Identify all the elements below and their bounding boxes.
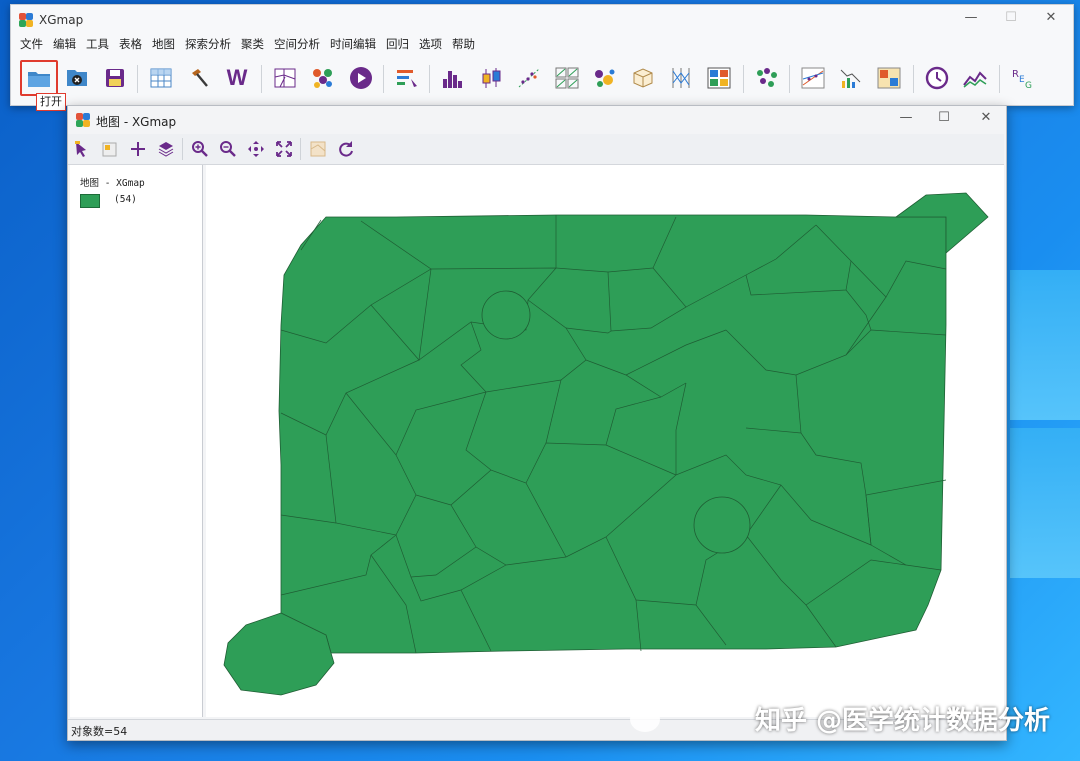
bubble-chart-icon[interactable]	[589, 62, 621, 94]
main-window: XGmap — ☐ ✕ 文件 编辑 工具 表格 地图 探索分析 聚类 空间分析 …	[10, 4, 1074, 106]
menu-explore[interactable]: 探索分析	[180, 35, 236, 53]
map-window-title: 地图 - XGmap	[96, 115, 177, 129]
legend-swatch[interactable]	[80, 194, 100, 208]
map-close-button[interactable]: ✕	[976, 110, 996, 125]
cluster-map-icon[interactable]	[751, 62, 783, 94]
close-file-icon[interactable]	[61, 62, 93, 94]
sort-bars-icon[interactable]	[391, 62, 423, 94]
map-window-logo-icon	[76, 113, 92, 127]
conditional-map-icon[interactable]	[703, 62, 735, 94]
menu-options[interactable]: 选项	[414, 35, 447, 53]
refresh-icon[interactable]	[334, 137, 358, 161]
open-folder-icon[interactable]	[23, 62, 55, 94]
histogram-icon[interactable]	[437, 62, 469, 94]
full-extent-icon[interactable]	[272, 137, 296, 161]
watermark-text: 知乎 @医学统计数据分析	[754, 706, 1050, 736]
map-toolbar	[68, 134, 1004, 165]
map-region-circle-north	[481, 290, 531, 340]
status-object-count: 对象数=54	[71, 725, 128, 738]
time-clock-icon[interactable]	[921, 62, 953, 94]
close-button[interactable]: ✕	[1041, 10, 1061, 25]
menu-time[interactable]: 时间编辑	[325, 35, 381, 53]
maximize-button[interactable]: ☐	[1001, 10, 1021, 25]
app-title: XGmap	[39, 13, 84, 27]
map-maximize-button[interactable]: ☐	[934, 110, 954, 125]
legend-count: (54)	[114, 194, 137, 205]
scatter-compare-icon[interactable]	[797, 62, 829, 94]
disabled-map-icon[interactable]	[306, 137, 330, 161]
averages-chart-icon[interactable]	[873, 62, 905, 94]
hammer-tool-icon[interactable]	[183, 62, 215, 94]
menu-tools[interactable]: 工具	[81, 35, 114, 53]
select-layer-icon[interactable]	[98, 137, 122, 161]
table-icon[interactable]	[145, 62, 177, 94]
regression-icon[interactable]: REG	[1007, 62, 1039, 94]
legend-title: 地图 - XGmap	[80, 178, 145, 189]
pan-icon[interactable]	[244, 137, 268, 161]
map-region-circle-south	[693, 496, 751, 554]
menu-file[interactable]: 文件	[15, 35, 48, 53]
weights-w-icon[interactable]: W	[221, 62, 253, 94]
correlogram-icon[interactable]	[835, 62, 867, 94]
svg-text:G: G	[1025, 81, 1032, 90]
zoom-in-icon[interactable]	[188, 137, 212, 161]
select-arrow-icon[interactable]	[70, 137, 94, 161]
map-svg[interactable]	[206, 165, 1004, 717]
legend-panel: 地图 - XGmap (54)	[70, 165, 203, 717]
play-icon[interactable]	[345, 62, 377, 94]
cluster-dots-icon[interactable]	[307, 62, 339, 94]
map-window: 地图 - XGmap — ☐ ✕ 地图 - XGmap (54) 对象数=54	[67, 105, 1007, 741]
layers-icon[interactable]	[154, 137, 178, 161]
boxplot-icon[interactable]	[475, 62, 507, 94]
zoom-out-icon[interactable]	[216, 137, 240, 161]
map-grid-icon[interactable]	[269, 62, 301, 94]
svg-text:R: R	[1012, 69, 1019, 80]
map-canvas[interactable]	[206, 165, 1004, 717]
parallel-coords-icon[interactable]	[665, 62, 697, 94]
map-minimize-button[interactable]: —	[896, 110, 916, 125]
open-tooltip: 打开	[36, 93, 66, 111]
menu-edit[interactable]: 编辑	[48, 35, 81, 53]
app-logo-icon	[19, 13, 35, 27]
menu-cluster[interactable]: 聚类	[236, 35, 269, 53]
3d-scatter-icon[interactable]	[627, 62, 659, 94]
add-icon[interactable]	[126, 137, 150, 161]
menu-map[interactable]: 地图	[147, 35, 180, 53]
minimize-button[interactable]: —	[961, 10, 981, 25]
scatter-matrix-icon[interactable]	[551, 62, 583, 94]
wechat-watermark-icon	[630, 706, 660, 732]
main-toolbar: W R E G	[15, 59, 1065, 99]
menu-regression[interactable]: 回归	[381, 35, 414, 53]
menu-bar: 文件 编辑 工具 表格 地图 探索分析 聚类 空间分析 时间编辑 回归 选项 帮…	[15, 35, 480, 53]
menu-spatial[interactable]: 空间分析	[269, 35, 325, 53]
menu-table[interactable]: 表格	[114, 35, 147, 53]
save-icon[interactable]	[99, 62, 131, 94]
menu-help[interactable]: 帮助	[447, 35, 480, 53]
scatter-icon[interactable]	[513, 62, 545, 94]
line-chart-icon[interactable]	[959, 62, 991, 94]
